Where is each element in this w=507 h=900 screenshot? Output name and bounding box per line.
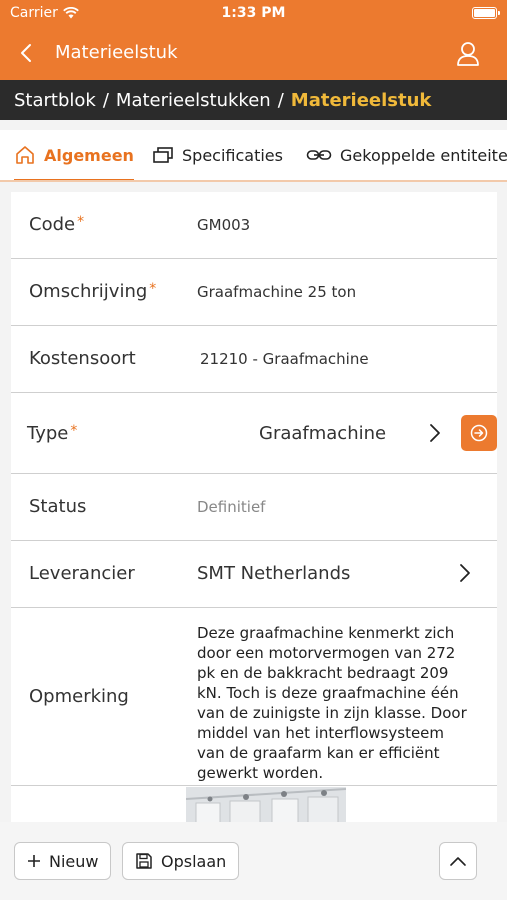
field-label: Omschrijving * [29,281,156,302]
arrow-circle-right-icon [470,424,488,442]
tab-label: Algemeen [44,145,134,165]
bottom-action-bar: Nieuw Opslaan [0,822,507,900]
remark-line: kN. Toch is deze graafmachine één [197,684,459,702]
chevron-right-icon[interactable] [428,423,442,443]
breadcrumb: Startblok / Materieelstukken / Materieel… [0,80,507,120]
nav-bar: Materieelstuk [0,28,507,80]
remark-line: pk en de bakkracht bedraagt 209 [197,664,449,682]
field-leverancier[interactable]: Leverancier SMT Netherlands [11,541,497,608]
status-value: Definitief [197,498,266,516]
field-label: Code * [29,214,84,235]
save-button-label: Opslaan [161,851,227,871]
field-label: Status [29,496,87,517]
tab-label: Gekoppelde entiteiten [340,145,507,165]
leverancier-value[interactable]: SMT Netherlands [197,563,350,584]
remark-line: gewerkt worden. [197,764,324,782]
remark-line: van de zuinigste in zijn klasse. Door [197,704,467,722]
remark-line: Deze graafmachine kenmerkt zich [197,624,455,642]
tab-specificaties[interactable]: Specificaties [152,130,283,180]
page-title: Materieelstuk [55,42,178,63]
clock: 1:33 PM [221,5,286,21]
tab-label: Specificaties [182,145,283,165]
tab-gekoppelde-entiteiten[interactable]: Gekoppelde entiteiten [306,130,507,180]
chevron-right-icon[interactable] [458,563,472,583]
save-icon [136,853,152,869]
open-type-button[interactable] [461,415,497,451]
required-mark: * [77,214,85,230]
breadcrumb-item-materieelstukken[interactable]: Materieelstukken [116,90,271,111]
breadcrumb-separator: / [277,89,284,111]
field-omschrijving: Omschrijving * Graafmachine 25 ton [11,259,497,326]
field-kostensoort: Kostensoort 21210 - Graafmachine [11,326,497,393]
label-text: Omschrijving [29,281,148,302]
scroll-top-button[interactable] [439,842,477,880]
field-status: Status Definitief [11,474,497,541]
save-button[interactable]: Opslaan [122,842,240,880]
tab-algemeen[interactable]: Algemeen [14,130,134,180]
tab-bar: Algemeen Specificaties Gekoppelde entite… [0,130,507,182]
label-text: Type [27,423,69,444]
user-icon[interactable] [455,40,481,68]
field-label: Leverancier [29,563,135,584]
kostensoort-value[interactable]: 21210 - Graafmachine [200,350,369,368]
opmerking-value[interactable]: Deze graafmachine kenmerkt zich door een… [197,623,482,783]
required-mark: * [149,281,157,297]
workshop-image [186,787,346,822]
omschrijving-value[interactable]: Graafmachine 25 ton [197,283,356,301]
remark-line: door een motorvermogen van 272 [197,644,456,662]
field-label: Kostensoort [29,348,136,369]
home-icon [16,146,34,164]
breadcrumb-current: Materieelstuk [290,89,432,111]
battery-icon [472,7,500,19]
new-button[interactable]: Nieuw [14,842,112,880]
field-code: Code * GM003 [11,192,497,259]
windows-icon [153,147,173,163]
label-text: Code [29,214,76,235]
remark-line: middel van het interflowsysteem [197,724,445,742]
breadcrumb-separator: / [102,89,109,111]
chevron-up-icon [450,857,466,866]
field-opmerking: Opmerking Deze graafmachine kenmerkt zic… [11,608,497,786]
breadcrumb-item-startblok[interactable]: Startblok [14,90,96,111]
field-type[interactable]: Type * Graafmachine [11,393,497,474]
new-button-label: Nieuw [49,851,99,871]
status-bar: Carrier 1:33 PM [0,0,507,28]
field-label: Type * [27,423,77,444]
plus-icon [28,855,40,867]
link-icon [306,150,332,160]
type-value[interactable]: Graafmachine [259,423,386,444]
back-chevron-icon[interactable] [14,40,40,66]
required-mark: * [70,423,78,439]
equipment-photo[interactable] [186,787,346,822]
field-label: Opmerking [29,686,129,707]
remark-line: van de graafarm kan er efficiënt [197,744,440,762]
form-card: Code * GM003 Omschrijving * Graafmachine 2… [11,192,497,822]
code-value[interactable]: GM003 [197,216,250,234]
